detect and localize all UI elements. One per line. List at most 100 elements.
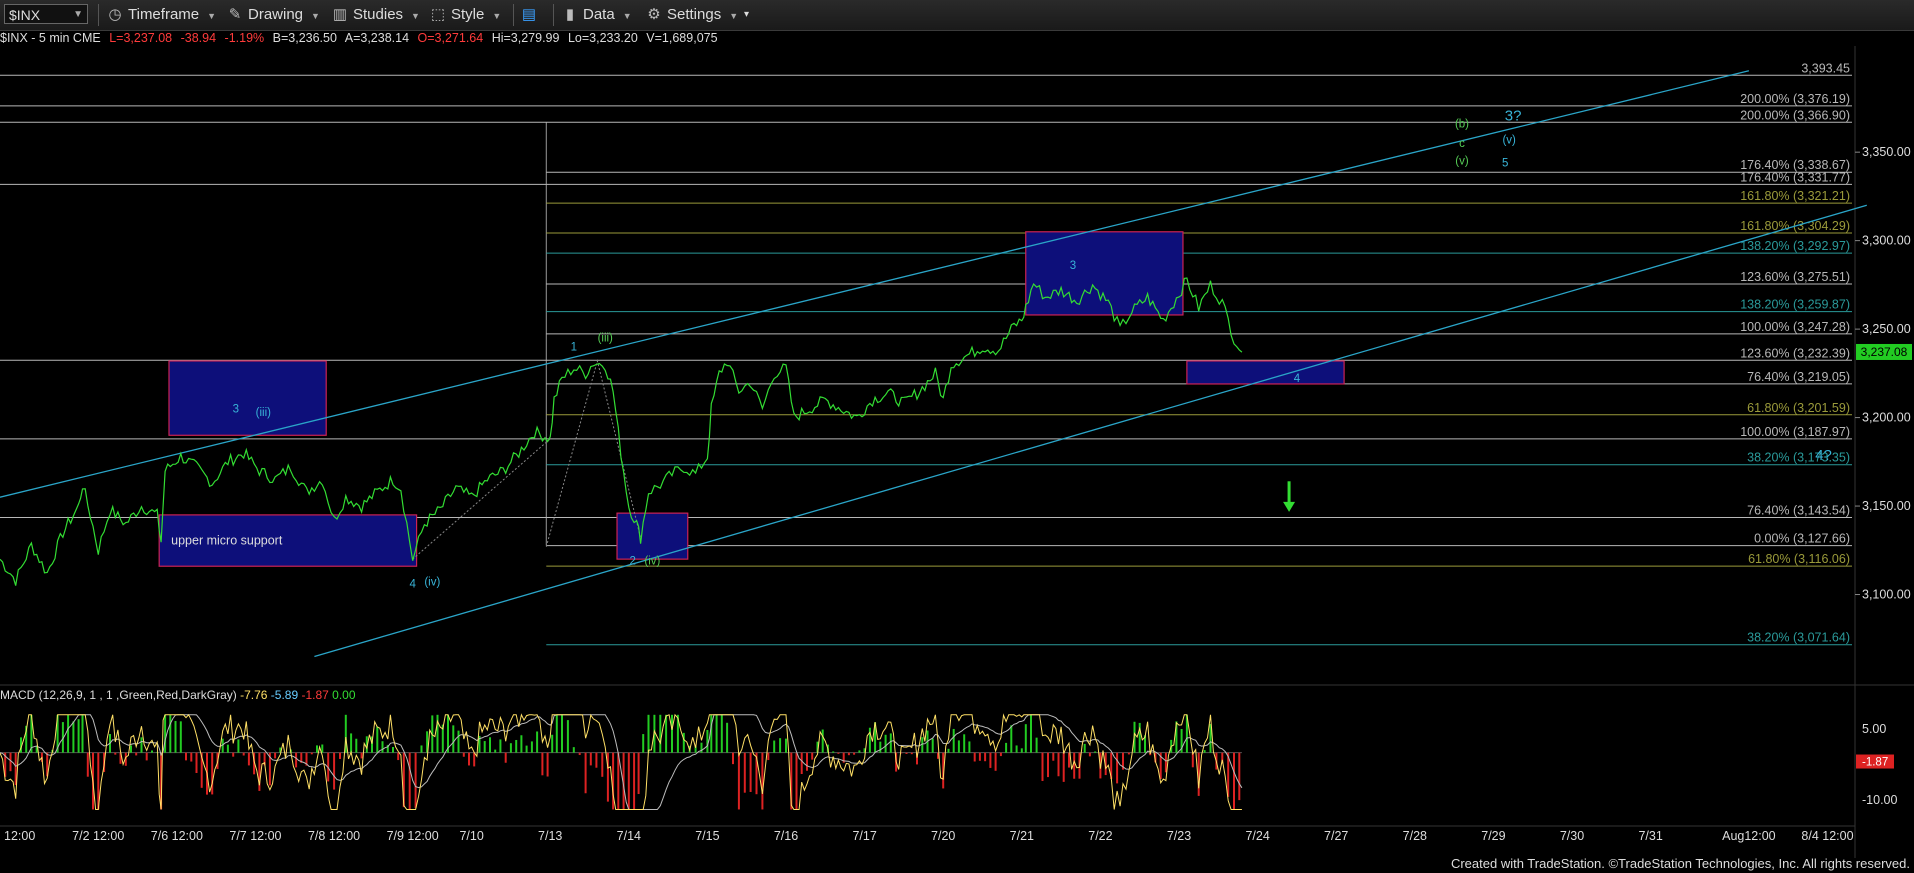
fib-level-label: 138.20% (3,292.97) <box>1740 239 1850 253</box>
symbol-name: $INX - 5 min CME <box>0 31 101 45</box>
chevron-down-icon: ▼ <box>411 11 420 21</box>
time-axis-label: 7/23 <box>1167 829 1191 843</box>
fib-level-label: 38.20% (3,173.35) <box>1747 451 1850 465</box>
fib-level-label: 61.80% (3,116.06) <box>1748 552 1850 566</box>
elliott-wave-label: 5 <box>1502 157 1508 169</box>
elliott-wave-label: 3 <box>1070 260 1076 272</box>
drawing-button[interactable]: ✎ Drawing ▼ <box>226 5 320 25</box>
elliott-wave-label: (iv) <box>644 555 660 567</box>
chevron-down-icon[interactable]: ▼ <box>73 5 83 25</box>
drawing-label: Drawing <box>248 6 304 23</box>
time-axis-label: 8/4 12:00 <box>1801 829 1853 843</box>
fib-level-label: 200.00% (3,376.19) <box>1740 92 1850 106</box>
price-axis-label: 3,350.00 <box>1862 145 1911 159</box>
fib-level-label: 3,393.45 <box>1801 61 1850 75</box>
style-button[interactable]: ⬚ Style ▼ <box>429 5 501 25</box>
down-arrow-icon <box>1283 501 1296 512</box>
elliott-wave-label: (v) <box>1502 134 1516 146</box>
price-axis-label: 3,100.00 <box>1862 588 1911 602</box>
elliott-wave-label: 4 <box>409 578 416 590</box>
ask-price: A=3,238.14 <box>344 31 410 45</box>
chevron-down-icon: ▼ <box>492 11 502 21</box>
elliott-wave-label: (iv) <box>424 577 440 589</box>
fib-level-label: 61.80% (3,201.59) <box>1747 401 1850 415</box>
time-axis-label: 7/10 <box>459 829 483 843</box>
volume: V=1,689,075 <box>646 31 718 45</box>
elliott-wave-label: 3? <box>1505 107 1522 124</box>
overflow-icon: ▾ <box>744 9 750 20</box>
low-price: Lo=3,233.20 <box>567 31 638 45</box>
layout-icon: ▤ <box>521 6 537 23</box>
settings-label: Settings <box>667 6 722 23</box>
studies-button[interactable]: ▥ Studies ▼ <box>331 5 420 25</box>
studies-label: Studies <box>353 6 404 23</box>
time-axis-label: 7/30 <box>1560 829 1584 843</box>
toolbar-separator <box>98 4 99 26</box>
fib-level-label: 161.80% (3,321.21) <box>1740 189 1850 203</box>
fib-level-label: 76.40% (3,219.05) <box>1747 370 1850 384</box>
support-zone-box <box>616 512 689 560</box>
time-axis-label: 12:00 <box>4 829 35 843</box>
fib-level-label: 38.20% (3,071.64) <box>1747 631 1850 645</box>
layout-button[interactable]: ▤ <box>520 5 542 25</box>
fib-level-label: 123.60% (3,275.51) <box>1740 270 1850 284</box>
chevron-down-icon: ▼ <box>729 11 739 21</box>
time-axis-label: 7/7 12:00 <box>229 829 281 843</box>
fib-level-label: 123.60% (3,232.39) <box>1740 346 1850 360</box>
time-axis-label: 7/6 12:00 <box>151 829 203 843</box>
fib-level-label: 138.20% (3,259.87) <box>1740 298 1850 312</box>
time-axis-label: 7/9 12:00 <box>387 829 439 843</box>
fib-level-label: 200.00% (3,366.90) <box>1740 108 1850 122</box>
last-price-tag-label: 3,237.08 <box>1861 345 1908 359</box>
chevron-down-icon: ▼ <box>622 11 632 21</box>
time-axis-label: 7/14 <box>617 829 641 843</box>
macd-line <box>0 713 1242 810</box>
dotted-trendline <box>412 438 551 560</box>
data-button[interactable]: ▮ Data ▼ <box>561 5 632 25</box>
toolbar-separator <box>513 4 514 26</box>
clock-icon: ◷ <box>108 6 122 23</box>
price-axis-label: 3,200.00 <box>1862 411 1911 425</box>
elliott-wave-label: (iii) <box>598 332 613 344</box>
support-zone-box <box>1025 231 1184 316</box>
data-label: Data <box>583 6 615 23</box>
elliott-wave-label: 4 <box>1294 373 1301 385</box>
studies-icon: ▥ <box>332 6 348 23</box>
bid-price: B=3,236.50 <box>272 31 337 45</box>
time-axis-label: 7/21 <box>1010 829 1034 843</box>
time-axis-label: 7/8 12:00 <box>308 829 360 843</box>
symbol-input[interactable]: $INX ▼ <box>4 4 88 24</box>
elliott-wave-label: (b) <box>1455 118 1469 130</box>
time-axis-label: 7/22 <box>1088 829 1112 843</box>
chevron-down-icon: ▼ <box>207 11 217 21</box>
elliott-wave-label: c <box>1459 138 1465 150</box>
price-chart[interactable]: 3,393.45 200.00% (3,376.19) 200.00% (3,366… <box>0 46 1914 858</box>
toolbar-overflow-button[interactable]: ▾ <box>744 5 749 25</box>
time-axis-label: 7/20 <box>931 829 955 843</box>
bar-chart-icon: ▮ <box>565 6 575 23</box>
symbol-info-bar: $INX - 5 min CME L=3,237.08 -38.94 -1.19… <box>0 31 723 47</box>
macd-label: MACD (12,26,9, 1 , 1 ,Green,Red,DarkGray… <box>0 688 356 702</box>
macd-value-tag-label: -1.87 <box>1862 757 1888 769</box>
symbol-text: $INX <box>9 7 41 23</box>
style-label: Style <box>451 6 485 23</box>
elliott-wave-label: (iii) <box>256 407 271 419</box>
timeframe-button[interactable]: ◷ Timeframe ▼ <box>106 5 216 25</box>
time-axis-label: 7/15 <box>695 829 719 843</box>
macd-axis-label: 5.00 <box>1862 722 1886 736</box>
time-axis-label: 7/27 <box>1324 829 1348 843</box>
time-axis-label: 7/16 <box>774 829 798 843</box>
fib-level-label: 0.00% (3,127.66) <box>1754 532 1850 546</box>
elliott-wave-label: 3 <box>233 403 239 415</box>
macd-axis-label: -10.00 <box>1862 793 1897 807</box>
time-axis-label: 7/31 <box>1638 829 1662 843</box>
fib-level-label: 176.40% (3,331.77) <box>1740 170 1850 184</box>
gear-icon: ⚙ <box>647 6 661 23</box>
settings-button[interactable]: ⚙ Settings ▼ <box>645 5 738 25</box>
price-axis-label: 3,300.00 <box>1862 234 1911 248</box>
pencil-icon: ✎ <box>228 6 242 23</box>
time-axis-label: Aug12:00 <box>1722 829 1776 843</box>
fib-level-label: 100.00% (3,187.97) <box>1740 425 1850 439</box>
elliott-wave-label: 2 <box>630 555 636 567</box>
support-zone-box <box>168 360 327 436</box>
